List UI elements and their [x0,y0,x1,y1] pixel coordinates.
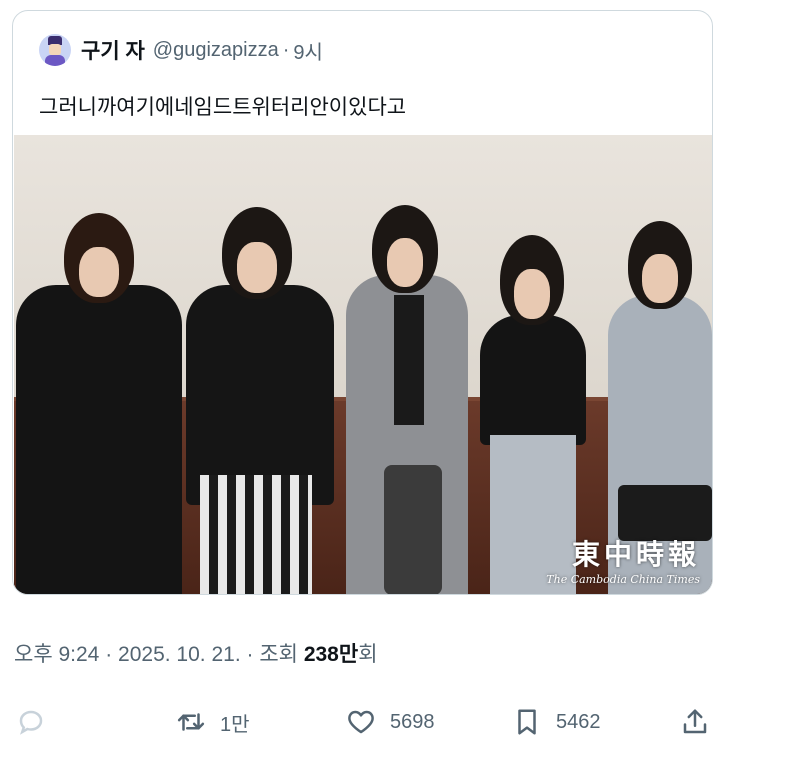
photo-watermark: 東中時報 The Cambodia China Times [546,533,700,586]
views-count: 238만 [303,643,359,666]
retweet-count: 1만 [220,713,250,736]
reply-icon [19,710,43,735]
separator-dot: · [246,643,254,666]
like-count: 5698 [390,710,435,733]
heart-icon [348,710,374,734]
tweet-relative-time[interactable]: 9시 [293,36,323,65]
tweet-photo[interactable]: 東中時報 The Cambodia China Times [14,135,712,594]
author-display-name[interactable]: 구기 자 [81,35,145,65]
views-label: 조회 [259,643,298,666]
tweet-actions-bar: 1만 5698 5462 [0,700,803,744]
author-handle[interactable]: @gugizapizza [153,39,279,62]
bookmark-count: 5462 [556,710,601,733]
tweet-meta: 오후 9:24 · 2025. 10. 21. · 조회 238만회 [14,638,378,668]
separator-dot: · [282,38,290,61]
tweet-date[interactable]: 2025. 10. 21. [118,643,241,666]
views-suffix: 회 [358,643,378,666]
watermark-cjk: 東中時報 [571,538,700,571]
reply-button[interactable] [16,700,46,744]
share-button[interactable] [680,700,710,744]
tweet-time[interactable]: 오후 9:24 [14,643,99,666]
bookmark-button[interactable]: 5462 [512,700,601,744]
quoted-tweet-header: 구기 자 @gugizapizza · 9시 [39,33,323,67]
quoted-tweet-card[interactable]: 구기 자 @gugizapizza · 9시 그러니까여기에네임드트위터리안이있… [12,10,713,595]
retweet-button[interactable]: 1만 [176,700,250,744]
share-icon [683,709,707,734]
quoted-tweet-text: 그러니까여기에네임드트위터리안이있다고 [39,96,407,119]
separator-dot: · [105,643,113,666]
retweet-icon [177,713,205,731]
watermark-english: The Cambodia China Times [546,573,700,586]
bookmark-icon [518,709,536,735]
avatar[interactable] [39,34,71,66]
like-button[interactable]: 5698 [346,700,435,744]
